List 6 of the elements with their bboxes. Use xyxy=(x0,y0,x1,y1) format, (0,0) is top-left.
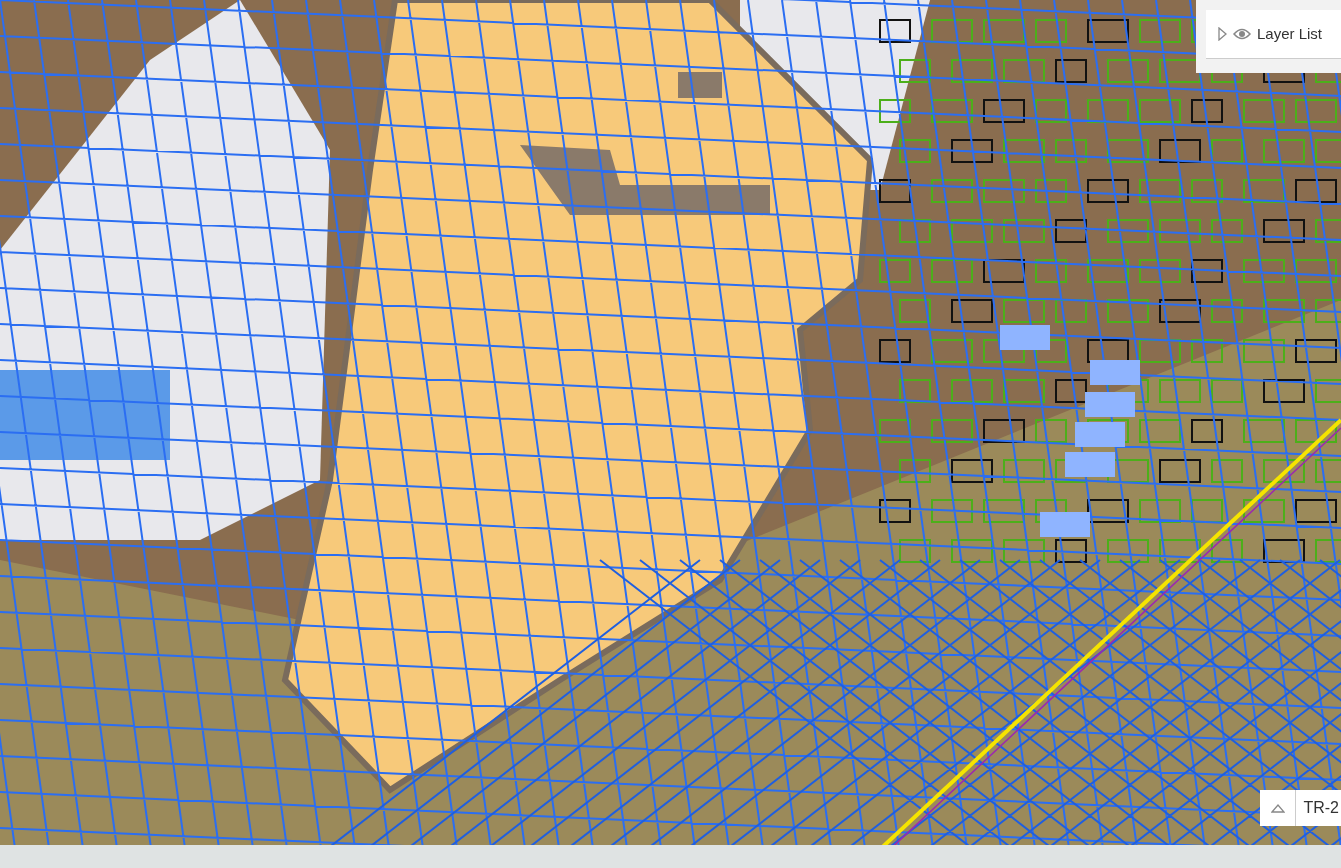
caret-icon xyxy=(1218,27,1227,41)
tab-label[interactable]: TR-2 xyxy=(1296,796,1341,820)
eye-icon xyxy=(1233,28,1251,40)
caret-icon xyxy=(1270,803,1285,813)
map-drawing[interactable] xyxy=(0,0,1341,868)
layer-list-button[interactable]: Layer List xyxy=(1206,10,1341,59)
